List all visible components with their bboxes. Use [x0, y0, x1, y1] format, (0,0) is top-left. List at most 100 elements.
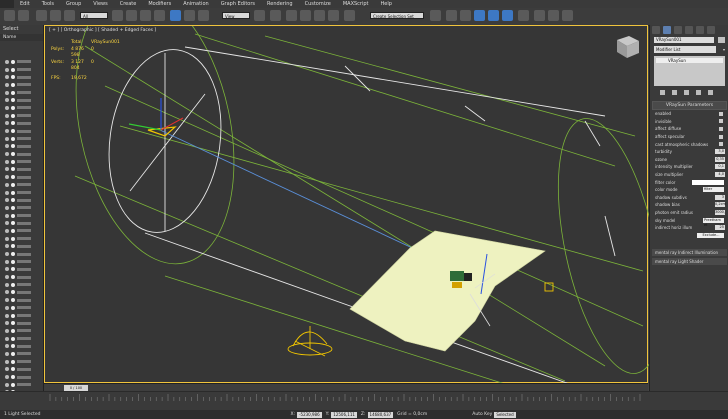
render-setup-icon[interactable]	[534, 10, 545, 21]
angle-snap-icon[interactable]	[300, 10, 311, 21]
visibility-icon[interactable]	[5, 382, 9, 387]
list-item[interactable]	[0, 212, 38, 220]
undo-icon[interactable]	[4, 10, 15, 21]
menu-views[interactable]: Views	[87, 1, 113, 7]
param-spinner[interactable]: 3000,	[715, 210, 725, 216]
list-item[interactable]	[0, 173, 38, 181]
visibility-icon[interactable]	[5, 313, 9, 318]
list-item[interactable]	[0, 150, 38, 158]
menu-edit[interactable]: Edit	[14, 1, 36, 7]
visibility-icon[interactable]	[5, 167, 9, 172]
list-item[interactable]	[0, 58, 38, 66]
menu-graph-editors[interactable]: Graph Editors	[215, 1, 261, 7]
visibility-icon[interactable]	[5, 328, 9, 333]
reference-coordinate-dropdown[interactable]: View	[222, 12, 250, 19]
visibility-icon[interactable]	[5, 129, 9, 134]
param-spinner[interactable]: 0,1	[715, 164, 725, 170]
visibility-icon[interactable]	[5, 228, 9, 233]
list-item[interactable]	[0, 281, 38, 289]
list-item[interactable]	[0, 312, 38, 320]
render-production-icon[interactable]	[562, 10, 573, 21]
key-filter-dropdown[interactable]: Selected	[494, 411, 516, 418]
y-coordinate-field[interactable]: 12506,111	[331, 411, 357, 418]
list-item[interactable]	[0, 319, 38, 327]
object-color-swatch[interactable]	[718, 37, 725, 43]
select-by-name-icon[interactable]	[126, 10, 137, 21]
visibility-icon[interactable]	[5, 375, 9, 380]
visibility-icon[interactable]	[5, 275, 9, 280]
list-item[interactable]	[0, 73, 38, 81]
visibility-icon[interactable]	[5, 221, 9, 226]
list-item[interactable]	[0, 342, 38, 350]
menu-customize[interactable]: Customize	[299, 1, 337, 7]
param-checkbox[interactable]	[719, 119, 723, 124]
create-tab-icon[interactable]	[652, 26, 660, 34]
unlink-icon[interactable]	[50, 10, 61, 21]
visibility-icon[interactable]	[5, 321, 9, 326]
list-item[interactable]	[0, 273, 38, 281]
menu-create[interactable]: Create	[114, 1, 143, 7]
menu-group[interactable]: Group	[60, 1, 87, 7]
list-item[interactable]	[0, 158, 38, 166]
select-rotate-icon[interactable]	[184, 10, 195, 21]
list-item[interactable]	[0, 104, 38, 112]
rendered-frame-window-icon[interactable]	[548, 10, 559, 21]
align-icon[interactable]	[446, 10, 457, 21]
param-checkbox[interactable]	[719, 142, 723, 147]
list-item[interactable]	[0, 296, 38, 304]
visibility-icon[interactable]	[5, 359, 9, 364]
menu-tools[interactable]: Tools	[36, 1, 60, 7]
param-checkbox[interactable]	[719, 111, 723, 116]
list-item[interactable]	[0, 112, 38, 120]
list-item[interactable]	[0, 196, 38, 204]
list-item[interactable]	[0, 204, 38, 212]
pivot-center-icon[interactable]	[254, 10, 265, 21]
snaps-toggle-icon[interactable]	[286, 10, 297, 21]
modifier-stack-entry[interactable]: VRaySun	[656, 58, 723, 63]
list-item[interactable]	[0, 327, 38, 335]
visibility-icon[interactable]	[5, 244, 9, 249]
list-item[interactable]	[0, 335, 38, 343]
modifier-list-dropdown[interactable]: Modifier List	[654, 46, 725, 53]
rollout-title[interactable]: VRaySun Parameters	[652, 101, 727, 110]
scene-explorer-column-name[interactable]: Name	[0, 34, 43, 41]
z-coordinate-field[interactable]: 14680,637	[367, 411, 394, 418]
param-spinner[interactable]: 0,2cm	[715, 202, 726, 208]
list-item[interactable]	[0, 373, 38, 381]
list-item[interactable]	[0, 135, 38, 143]
list-item[interactable]	[0, 235, 38, 243]
spinner-snap-icon[interactable]	[328, 10, 339, 21]
visibility-icon[interactable]	[5, 75, 9, 80]
param-checkbox[interactable]	[719, 134, 723, 139]
visibility-icon[interactable]	[5, 59, 9, 64]
layer-manager-icon[interactable]	[460, 10, 471, 21]
visibility-icon[interactable]	[5, 136, 9, 141]
list-item[interactable]	[0, 350, 38, 358]
mr-indirect-rollout[interactable]: mental ray Indirect Illumination	[652, 249, 727, 257]
list-item[interactable]	[0, 89, 38, 97]
list-item[interactable]	[0, 289, 38, 297]
visibility-icon[interactable]	[5, 98, 9, 103]
list-item[interactable]	[0, 181, 38, 189]
visibility-icon[interactable]	[5, 105, 9, 110]
select-object-icon[interactable]	[112, 10, 123, 21]
selection-filter-dropdown[interactable]: All	[80, 12, 108, 19]
list-item[interactable]	[0, 127, 38, 135]
visibility-icon[interactable]	[5, 351, 9, 356]
visibility-icon[interactable]	[5, 336, 9, 341]
param-spinner[interactable]: 25	[715, 225, 725, 231]
param-spinner[interactable]: 4,0	[715, 172, 725, 178]
list-item[interactable]	[0, 266, 38, 274]
application-button[interactable]	[0, 0, 14, 8]
edit-named-selection-icon[interactable]	[344, 10, 355, 21]
schematic-view-icon[interactable]	[502, 10, 513, 21]
menu-maxscript[interactable]: MAXScript	[337, 1, 375, 7]
auto-key-button[interactable]: Auto Key	[472, 412, 492, 417]
visibility-icon[interactable]	[5, 82, 9, 87]
select-move-icon[interactable]	[170, 10, 181, 21]
visibility-icon[interactable]	[5, 113, 9, 118]
rectangle-selection-icon[interactable]	[140, 10, 151, 21]
list-item[interactable]	[0, 96, 38, 104]
list-item[interactable]	[0, 66, 38, 74]
list-item[interactable]	[0, 166, 38, 174]
